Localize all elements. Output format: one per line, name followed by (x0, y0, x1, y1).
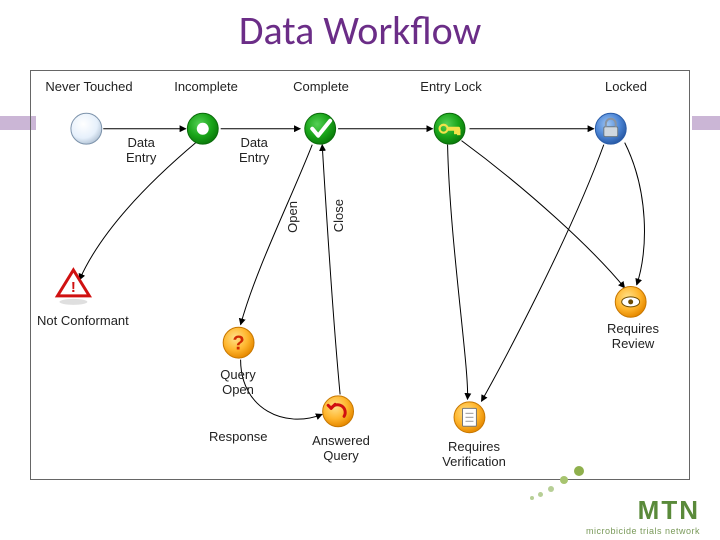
node-not-conformant: Not Conformant (37, 313, 147, 328)
node-label: Entry Lock (411, 79, 491, 94)
edge-label-close: Close (331, 199, 346, 232)
page-title: Data Workflow (0, 6, 720, 55)
node-locked: Locked (586, 79, 666, 94)
node-label: Never Touched (39, 79, 139, 94)
mtn-logo: MTN microbicide trials network (586, 495, 700, 536)
node-label: Requires Verification (429, 439, 519, 469)
node-entry-lock: Entry Lock (411, 79, 491, 94)
svg-text:!: ! (71, 279, 76, 296)
node-label: Complete (281, 79, 361, 94)
accent-bar-right (692, 116, 720, 130)
node-label: Answered Query (301, 433, 381, 463)
workflow-frame: ! ? Never Touched Incomplete Complete En… (30, 70, 690, 480)
node-requires-review: Requires Review (593, 321, 673, 351)
node-complete: Complete (281, 79, 361, 94)
node-label: Not Conformant (37, 313, 147, 328)
logo-brand: MTN (586, 495, 700, 526)
edge-label-response: Response (209, 429, 268, 444)
node-label: Locked (586, 79, 666, 94)
edge-label-data-entry-2: Data Entry (239, 135, 269, 165)
node-label: Incomplete (161, 79, 251, 94)
node-answered-query: Answered Query (301, 433, 381, 463)
logo-dots-icon (530, 462, 590, 502)
edge-label-data-entry-1: Data Entry (126, 135, 156, 165)
node-query-open: Query Open (203, 367, 273, 397)
node-label: Query Open (203, 367, 273, 397)
node-requires-verification: Requires Verification (429, 439, 519, 469)
edge-label-open: Open (285, 201, 300, 233)
workflow-arrows: ! ? (31, 71, 689, 479)
node-never-touched: Never Touched (39, 79, 139, 94)
logo-tagline: microbicide trials network (586, 526, 700, 536)
node-incomplete: Incomplete (161, 79, 251, 94)
svg-text:?: ? (233, 333, 245, 355)
node-label: Requires Review (593, 321, 673, 351)
